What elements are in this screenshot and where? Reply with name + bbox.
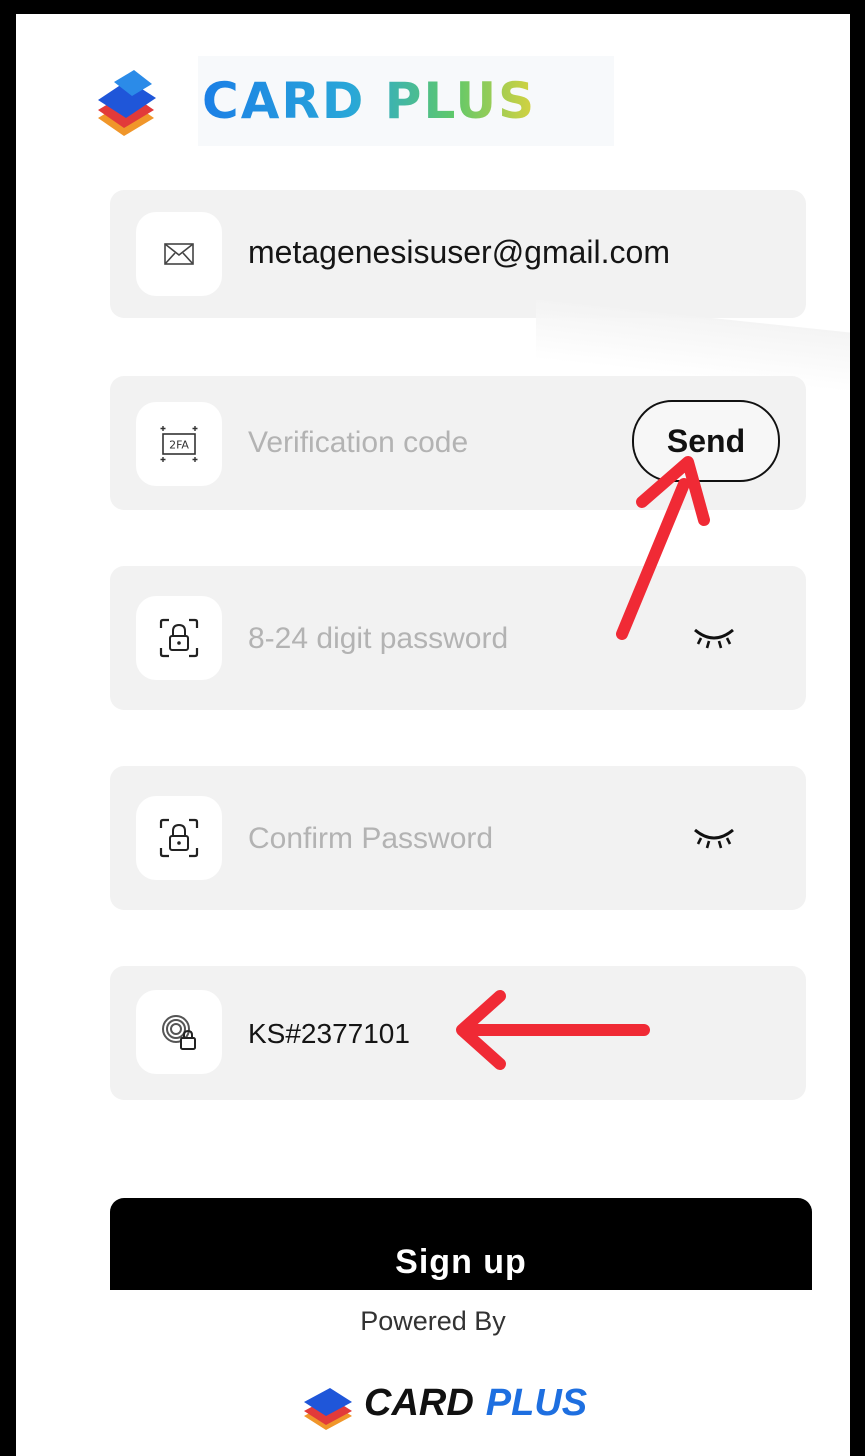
svg-text:2FA: 2FA [169, 439, 189, 452]
lock-icon [136, 796, 222, 880]
invite-code-value: KS#2377101 [248, 1018, 410, 1049]
verification-code-field[interactable]: 2FA Verification code Send [110, 376, 806, 510]
2fa-icon: 2FA [136, 402, 222, 486]
powered-by-text: Powered By [360, 1306, 506, 1336]
verification-code-input[interactable]: Verification code [248, 426, 468, 460]
mail-icon [136, 212, 222, 296]
card-plus-logo-icon [302, 1374, 354, 1432]
eye-closed-icon[interactable] [692, 622, 736, 652]
app-logo: CARD PLUS [94, 56, 536, 146]
fingerprint-lock-icon [136, 990, 222, 1074]
email-field[interactable]: metagenesisuser@gmail.com [110, 190, 806, 318]
confirm-password-input[interactable]: Confirm Password [248, 822, 493, 856]
card-plus-logo-icon [94, 60, 158, 142]
email-value: metagenesisuser@gmail.com [248, 234, 670, 270]
footer-brand-part1: CARD [364, 1381, 474, 1424]
lock-icon [136, 596, 222, 680]
footer-logo: CARD PLUS [302, 1358, 587, 1448]
footer-brand-part2: PLUS [485, 1381, 588, 1424]
sign-up-button[interactable]: Sign up [110, 1198, 812, 1290]
brand-name: CARD PLUS [202, 72, 537, 130]
eye-closed-icon[interactable] [692, 822, 736, 852]
signup-screen: CARD PLUS metagenesisuser@gmail.com 2FA … [16, 14, 850, 1456]
invite-code-field[interactable]: KS#2377101 [110, 966, 806, 1100]
password-field[interactable]: 8-24 digit password [110, 566, 806, 710]
send-code-button[interactable]: Send [632, 400, 780, 482]
confirm-password-field[interactable]: Confirm Password [110, 766, 806, 910]
password-input[interactable]: 8-24 digit password [248, 622, 508, 656]
